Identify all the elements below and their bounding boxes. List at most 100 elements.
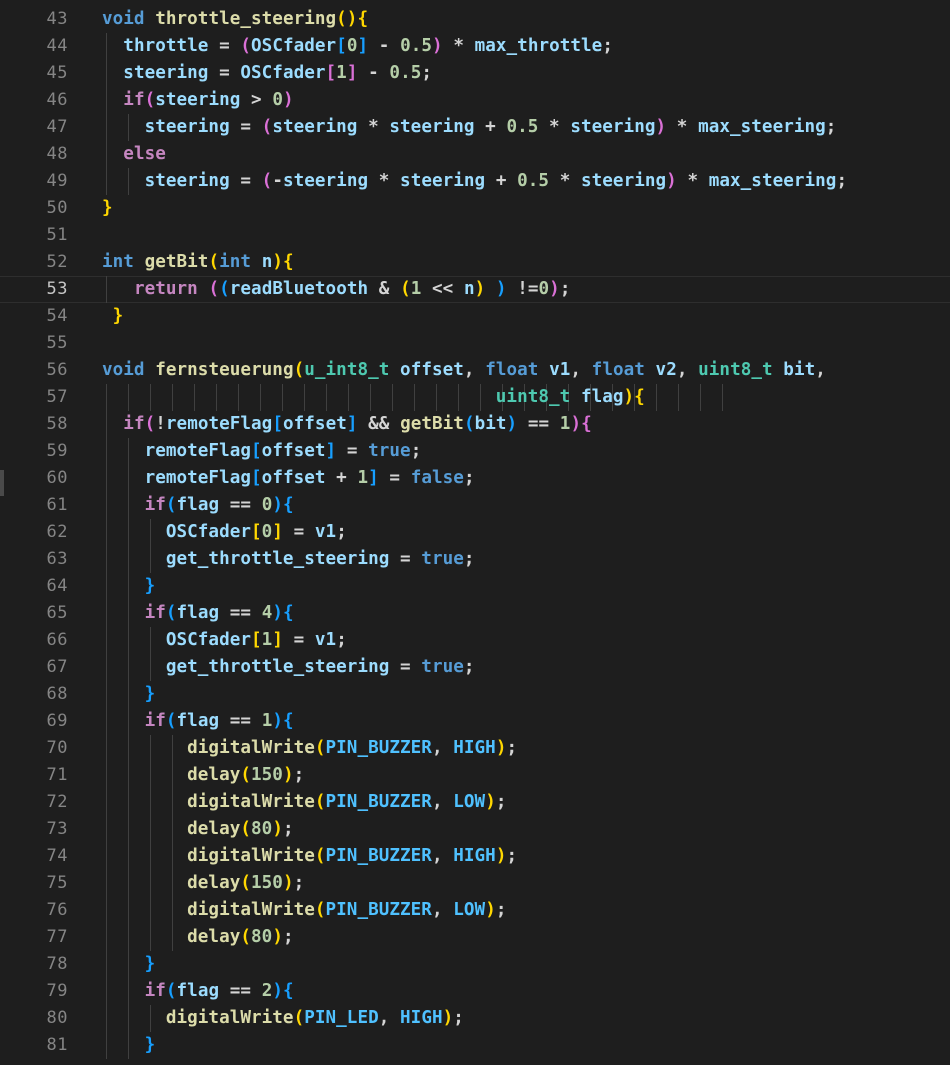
code-token: 4 [261,603,273,623]
code-token: ( [208,279,220,299]
code-line[interactable]: 53 return ((readBluetooth & (1 << n) ) !… [0,276,950,303]
code-line[interactable]: 65 if(flag == 4){ [0,600,950,627]
code-line[interactable]: 44 throttle = (OSCfader[0] - 0.5) * max_… [0,33,950,60]
line-number: 80 [46,1008,68,1028]
code-token: ( [144,90,156,110]
code-token: ; [293,873,305,893]
code-line[interactable]: 56 void fernsteuerung(u_int8_t offset, fl… [0,357,950,384]
code-line[interactable]: 72 digitalWrite(PIN_BUZZER, LOW); [0,789,950,816]
code-token: = [389,549,422,569]
line-number: 57 [46,387,68,407]
code-token: * [666,117,699,137]
code-line[interactable]: 77 delay(80); [0,924,950,951]
code-line[interactable]: 71 delay(150); [0,762,950,789]
code-line[interactable]: 50} [0,195,950,222]
code-line[interactable]: 55 [0,330,950,357]
code-token: steering [144,171,230,191]
code-token: 1 [261,711,273,731]
code-token: u_int8_t [304,360,390,380]
code-line[interactable]: 49 steering = (-steering * steering + 0.… [0,168,950,195]
line-number: 73 [46,819,68,839]
code-text: return ((readBluetooth & (1 << n) ) !=0)… [102,276,570,303]
code-token: flag [176,495,220,515]
code-token: ( [165,495,177,515]
code-line[interactable]: 68 } [0,681,950,708]
code-line[interactable]: 79 if(flag == 2){ [0,978,950,1005]
code-line[interactable]: 74 digitalWrite(PIN_BUZZER, HIGH); [0,843,950,870]
code-token: ( [165,711,177,731]
code-line[interactable]: 63 get_throttle_steering = true; [0,546,950,573]
code-line[interactable]: 57 uint8_t flag){ [0,384,950,411]
code-token: ] [272,522,283,542]
code-token: [ [325,63,337,83]
code-token: v1 [314,630,337,650]
code-text: digitalWrite(PIN_BUZZER, LOW); [102,897,507,924]
code-token: == [517,414,560,434]
code-token: n [463,279,475,299]
code-line[interactable]: 75 delay(150); [0,870,950,897]
code-line[interactable]: 76 digitalWrite(PIN_BUZZER, LOW); [0,897,950,924]
code-token: = [282,522,315,542]
code-text: remoteFlag[offset + 1] = false; [102,465,475,492]
code-line[interactable]: 81 } [0,1032,950,1059]
code-token: true [421,549,464,569]
code-line[interactable]: 60 remoteFlag[offset + 1] = false; [0,465,950,492]
code-token: ( [208,252,220,272]
code-token: true [368,441,411,461]
code-line[interactable]: 70 digitalWrite(PIN_BUZZER, HIGH); [0,735,950,762]
code-line[interactable]: 52 int getBit(int n){ [0,249,950,276]
code-line[interactable]: 80 digitalWrite(PIN_LED, HIGH); [0,1005,950,1032]
code-token: } [102,198,113,218]
code-line[interactable]: 59 remoteFlag[offset] = true; [0,438,950,465]
code-line[interactable]: 64 } [0,573,950,600]
line-number: 72 [46,792,68,812]
code-line[interactable]: 54 } [0,303,950,330]
code-token: ; [836,171,848,191]
code-line[interactable]: 45 steering = OSCfader[1] - 0.5; [0,60,950,87]
code-line[interactable]: 48 else [0,141,950,168]
code-text: } [102,951,156,978]
code-token: ( [293,360,305,380]
code-token: = [378,468,411,488]
code-line[interactable]: 62 OSCfader[0] = v1; [0,519,950,546]
code-token: ; [495,792,507,812]
code-token: ( [400,279,411,299]
code-editor[interactable]: 43 void throttle_steering(){44 throttle =… [0,0,950,1065]
code-token: ; [506,738,518,758]
code-line[interactable]: 51 [0,222,950,249]
code-token: [ [272,414,283,434]
code-line[interactable]: 58 if(!remoteFlag[offset] && getBit(bit)… [0,411,950,438]
code-line[interactable]: 47 steering = (steering * steering + 0.5… [0,114,950,141]
code-token: { [283,495,294,515]
code-token: == [219,711,262,731]
code-line[interactable]: 78 } [0,951,950,978]
code-text: OSCfader[1] = v1; [102,627,347,654]
code-token: ; [453,1008,464,1028]
code-token: 150 [251,765,283,785]
line-number: 62 [46,522,68,542]
code-line[interactable]: 67 get_throttle_steering = true; [0,654,950,681]
code-line[interactable]: 73 delay(80); [0,816,950,843]
line-number: 63 [46,549,68,569]
code-line[interactable]: 61 if(flag == 0){ [0,492,950,519]
code-token: ] [325,441,337,461]
code-token: } [144,954,156,974]
code-token: 0.5 [400,36,433,56]
code-token: digitalWrite [165,1008,294,1028]
code-line[interactable]: 66 OSCfader[1] = v1; [0,627,950,654]
code-line[interactable]: 43 void throttle_steering(){ [0,6,950,33]
code-token: ( [293,1008,305,1028]
code-token: remoteFlag [144,441,252,461]
code-line[interactable]: 46 if(steering > 0) [0,87,950,114]
code-text: delay(150); [102,870,304,897]
code-token: ] [272,630,283,650]
code-token: , [431,846,454,866]
line-number: 78 [46,954,68,974]
code-line[interactable]: 69 if(flag == 1){ [0,708,950,735]
code-token: get_throttle_steering [165,549,390,569]
